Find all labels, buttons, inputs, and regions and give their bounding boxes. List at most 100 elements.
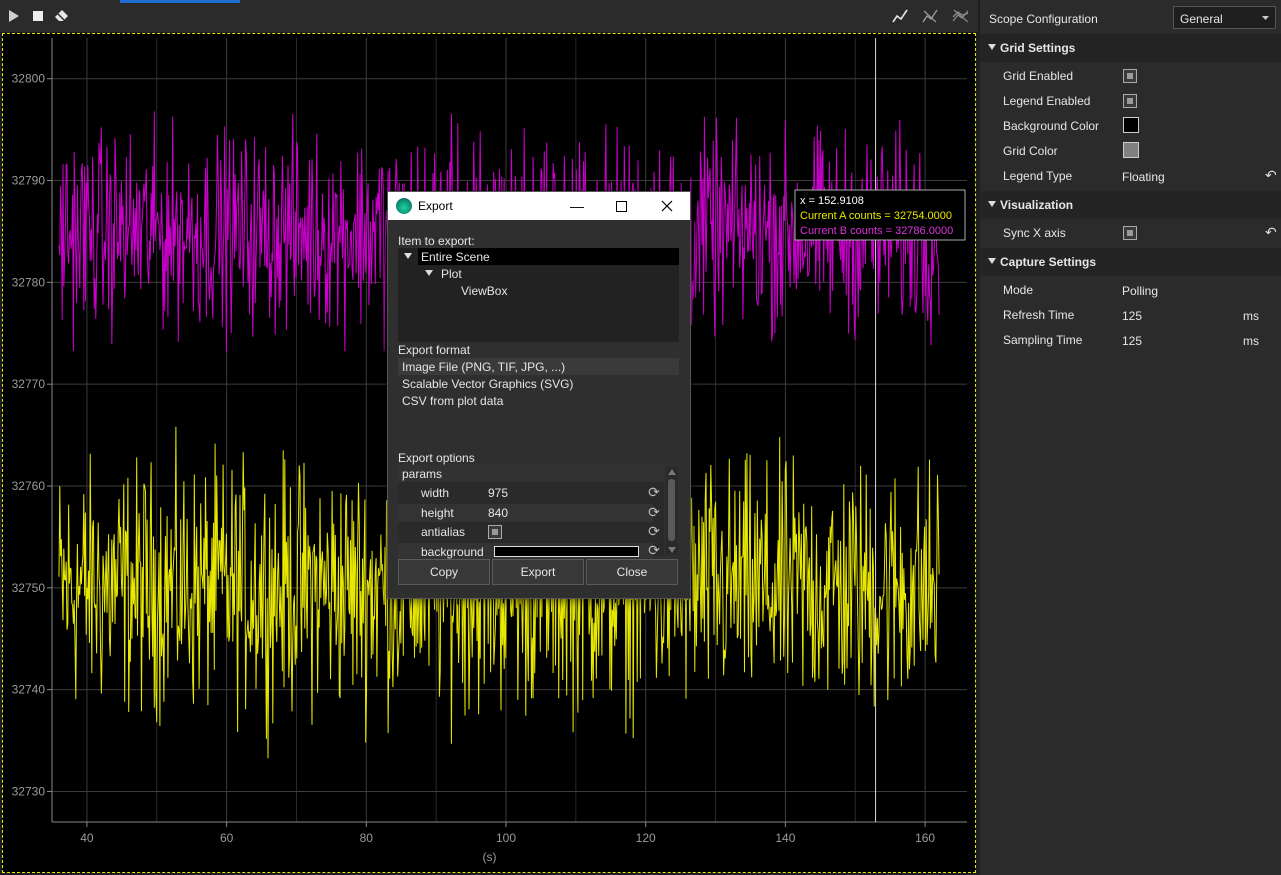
- reset-legend-type-icon[interactable]: ↶: [1265, 167, 1277, 184]
- sampling-time-label: Sampling Time: [1003, 333, 1083, 347]
- collapse-arrow-icon: [988, 258, 996, 264]
- trend-off-button[interactable]: [922, 8, 938, 24]
- play-button[interactable]: [6, 8, 22, 24]
- param-height-name: height: [421, 506, 454, 520]
- grid-enabled-label: Grid Enabled: [1003, 69, 1074, 83]
- reset-width-button[interactable]: ⟳: [646, 484, 662, 500]
- capture-mode-value[interactable]: Polling: [1122, 284, 1158, 298]
- config-mode-select[interactable]: General: [1173, 6, 1276, 29]
- section-visualization[interactable]: Visualization: [980, 191, 1281, 219]
- y-tick-label: 32730: [12, 784, 46, 798]
- background-color-swatch[interactable]: [494, 546, 639, 557]
- export-options-label: Export options: [398, 451, 475, 465]
- grid-color-swatch[interactable]: [1123, 142, 1139, 158]
- expand-arrow-icon[interactable]: [404, 253, 412, 259]
- legend-type-value[interactable]: Floating: [1122, 170, 1165, 184]
- x-tick-label: 60: [220, 831, 234, 845]
- legend-series-a: Current A counts = 32754.0000: [800, 210, 952, 222]
- close-icon: [661, 200, 673, 212]
- item-to-export-label: Item to export:: [398, 234, 475, 248]
- legend-enabled-checkbox[interactable]: [1123, 94, 1137, 108]
- scrollbar-thumb[interactable]: [668, 479, 675, 541]
- section-grid-settings[interactable]: Grid Settings: [980, 34, 1281, 62]
- reset-height-button[interactable]: ⟳: [646, 504, 662, 520]
- trend-line-icon: [892, 9, 908, 23]
- play-icon: [9, 10, 19, 22]
- y-tick-label: 32750: [12, 581, 46, 595]
- refresh-time-value[interactable]: 125: [1122, 309, 1142, 323]
- undo-icon: ⟳: [648, 484, 660, 500]
- capture-mode-label: Mode: [1003, 283, 1034, 297]
- y-tick-label: 32770: [12, 377, 46, 391]
- param-row-width: width 975: [398, 484, 653, 502]
- collapse-arrow-icon: [988, 201, 996, 207]
- param-width-value[interactable]: 975: [488, 486, 508, 500]
- legend-type-label: Legend Type: [1003, 169, 1073, 183]
- undo-icon: ⟳: [648, 504, 660, 520]
- param-width-name: width: [421, 486, 450, 500]
- legend-enabled-label: Legend Enabled: [1003, 94, 1091, 108]
- close-window-button[interactable]: [644, 192, 690, 220]
- x-tick-label: 80: [360, 831, 374, 845]
- expand-arrow-icon[interactable]: [425, 270, 433, 276]
- config-mode-value: General: [1180, 12, 1223, 26]
- param-height-value[interactable]: 840: [488, 506, 508, 520]
- reset-background-button[interactable]: ⟳: [646, 542, 662, 558]
- panel-title: Scope Configuration: [989, 12, 1098, 26]
- format-svg[interactable]: Scalable Vector Graphics (SVG): [402, 377, 573, 391]
- format-image[interactable]: Image File (PNG, TIF, JPG, ...): [402, 360, 565, 374]
- scroll-up-icon[interactable]: [668, 469, 676, 475]
- item-tree[interactable]: Entire Scene Plot ViewBox: [398, 248, 679, 342]
- trend-multi-icon: [952, 9, 968, 23]
- tree-item-plot[interactable]: Plot: [441, 267, 462, 281]
- params-header: params: [402, 467, 443, 481]
- sync-x-checkbox[interactable]: [1123, 226, 1137, 240]
- antialias-checkbox[interactable]: [488, 525, 502, 539]
- x-tick-label: 40: [80, 831, 94, 845]
- trend-line-off-icon: [922, 9, 938, 23]
- tree-item-viewbox[interactable]: ViewBox: [461, 284, 507, 298]
- stop-button[interactable]: [30, 8, 46, 24]
- param-row-background: background: [398, 543, 653, 559]
- clear-button[interactable]: [54, 8, 70, 24]
- param-row-height: height 840: [398, 504, 653, 522]
- trend-multi-button[interactable]: [952, 8, 968, 24]
- x-tick-label: 100: [496, 831, 516, 845]
- copy-button[interactable]: Copy: [398, 559, 490, 585]
- export-dialog: Export — Item to export: Entire Scene Pl…: [387, 191, 691, 599]
- y-tick-label: 32780: [12, 275, 46, 289]
- reset-antialias-button[interactable]: ⟳: [646, 523, 662, 539]
- section-grid-title: Grid Settings: [1000, 41, 1076, 55]
- plot-toolbar: [0, 0, 978, 32]
- scroll-down-icon[interactable]: [668, 547, 676, 553]
- sampling-time-value[interactable]: 125: [1122, 334, 1142, 348]
- params-scrollbar[interactable]: [666, 467, 678, 555]
- maximize-icon: [615, 200, 627, 212]
- maximize-button[interactable]: [598, 192, 644, 220]
- trend-button[interactable]: [892, 8, 908, 24]
- close-button[interactable]: Close: [586, 559, 678, 585]
- reset-sync-x-icon[interactable]: ↶: [1265, 224, 1277, 241]
- param-row-antialias: antialias: [398, 523, 653, 541]
- export-format-label: Export format: [398, 343, 471, 357]
- background-color-swatch[interactable]: [1123, 117, 1139, 133]
- collapse-arrow-icon: [988, 44, 996, 50]
- section-capture-settings[interactable]: Capture Settings: [980, 248, 1281, 276]
- refresh-time-label: Refresh Time: [1003, 308, 1075, 322]
- tree-item-entire-scene[interactable]: Entire Scene: [421, 250, 490, 264]
- format-csv[interactable]: CSV from plot data: [402, 394, 503, 408]
- active-tab-indicator: [120, 0, 240, 3]
- x-tick-label: 160: [915, 831, 935, 845]
- x-tick-label: 120: [636, 831, 656, 845]
- section-capture-title: Capture Settings: [1000, 255, 1097, 269]
- export-button[interactable]: Export: [492, 559, 584, 585]
- legend-x-value: x = 152.9108: [800, 195, 864, 207]
- app-logo-icon: [396, 198, 412, 214]
- minimize-button[interactable]: —: [554, 192, 600, 220]
- eraser-icon: [55, 10, 68, 22]
- dialog-titlebar[interactable]: Export —: [388, 192, 690, 220]
- y-tick-label: 32790: [12, 174, 46, 188]
- y-tick-label: 32800: [12, 72, 46, 86]
- x-tick-label: 140: [775, 831, 795, 845]
- grid-enabled-checkbox[interactable]: [1123, 69, 1137, 83]
